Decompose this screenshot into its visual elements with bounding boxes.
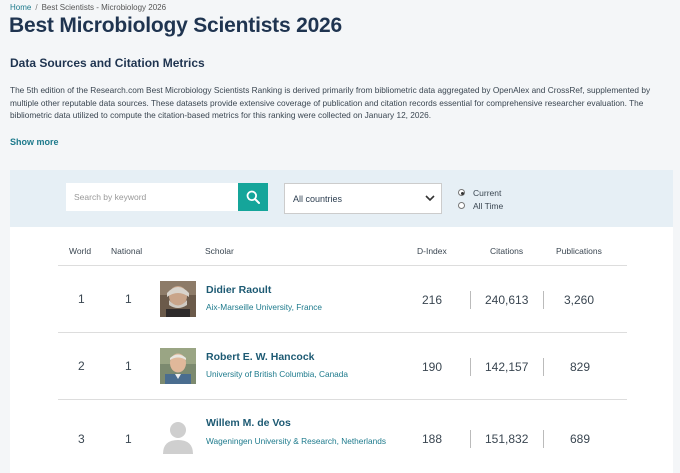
world-rank: 3 (78, 432, 85, 446)
scholar-affiliation-link[interactable]: University of British Columbia, Canada (206, 368, 386, 381)
column-world: World (69, 246, 92, 256)
radio-current[interactable]: Current (458, 186, 503, 199)
show-more-link[interactable]: Show more (10, 137, 59, 147)
search-input[interactable] (66, 183, 238, 211)
radio-current-label: Current (473, 187, 502, 198)
avatar-placeholder-icon[interactable] (160, 418, 196, 454)
search-button[interactable] (238, 183, 268, 211)
publications-value: 3,260 (564, 293, 595, 307)
breadcrumb: Home / Best Scientists - Microbiology 2026 (10, 3, 166, 12)
column-divider (470, 430, 471, 448)
column-divider (470, 358, 471, 376)
radio-current-dot[interactable] (458, 189, 465, 196)
column-publications: Publications (556, 246, 602, 256)
national-rank: 1 (125, 292, 132, 306)
citations-value: 151,832 (485, 432, 529, 446)
section-title: Data Sources and Citation Metrics (10, 56, 205, 70)
national-rank: 1 (125, 359, 132, 373)
column-divider (543, 291, 544, 309)
breadcrumb-home-link[interactable]: Home (10, 3, 31, 12)
breadcrumb-current: Best Scientists - Microbiology 2026 (41, 3, 167, 12)
scholar-name-link[interactable]: Didier Raoult (206, 284, 271, 296)
column-national: National (111, 246, 143, 256)
page-title: Best Microbiology Scientists 2026 (9, 14, 343, 37)
country-select[interactable]: All countries (284, 183, 442, 214)
ranking-panel: All countries Current All Time World Nat… (10, 170, 673, 473)
table-row[interactable]: 1 1 Didier Raoult Aix-Marseille Universi… (10, 266, 673, 332)
column-divider (543, 430, 544, 448)
radio-all-time-dot[interactable] (458, 202, 465, 209)
scholar-affiliation-link[interactable]: Aix-Marseille University, France (206, 301, 386, 314)
scholar-name-link[interactable]: Robert E. W. Hancock (206, 351, 315, 363)
breadcrumb-separator: / (35, 3, 38, 12)
column-dindex: D-Index (417, 246, 447, 256)
publications-value: 689 (570, 432, 591, 446)
time-radio-group: Current All Time (458, 186, 503, 212)
avatar[interactable] (160, 348, 196, 384)
scholar-affiliation-link[interactable]: Wageningen University & Research, Nether… (206, 435, 386, 448)
citations-value: 142,157 (485, 360, 529, 374)
chevron-down-icon (425, 195, 435, 202)
radio-all-time-label: All Time (473, 200, 504, 211)
filter-bar: All countries Current All Time (10, 170, 673, 227)
table-row[interactable]: 3 1 Willem M. de Vos Wageningen Universi… (10, 400, 673, 466)
column-divider (543, 358, 544, 376)
dindex-value: 188 (422, 432, 443, 446)
world-rank: 2 (78, 359, 85, 373)
search-icon (246, 190, 260, 204)
national-rank: 1 (125, 432, 132, 446)
column-divider (470, 291, 471, 309)
publications-value: 829 (570, 360, 591, 374)
scholar-name-link[interactable]: Willem M. de Vos (206, 417, 291, 429)
world-rank: 1 (78, 292, 85, 306)
radio-all-time[interactable]: All Time (458, 199, 503, 212)
dindex-value: 216 (422, 293, 443, 307)
column-scholar: Scholar (205, 246, 234, 256)
description-text: The 5th edition of the Research.com Best… (10, 85, 651, 121)
table-row[interactable]: 2 1 Robert E. W. Hancock University of B… (10, 333, 673, 399)
country-select-value: All countries (293, 193, 343, 204)
dindex-value: 190 (422, 360, 443, 374)
avatar[interactable] (160, 281, 196, 317)
citations-value: 240,613 (485, 293, 529, 307)
column-citations: Citations (490, 246, 524, 256)
